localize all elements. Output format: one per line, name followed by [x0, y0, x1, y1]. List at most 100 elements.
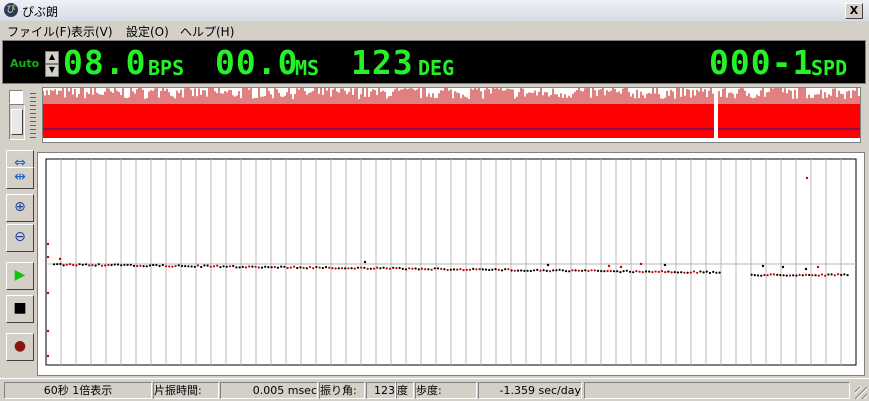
play-button[interactable]: ▶ [6, 262, 34, 290]
compress-horizontal-button[interactable]: ⇹ [6, 167, 34, 189]
ms-readout: 00.0 [215, 43, 299, 82]
beat-error-label: 片振時間: [153, 382, 219, 399]
outlier-point [58, 257, 62, 261]
data-point [305, 267, 308, 270]
data-point [840, 273, 843, 277]
data-point [683, 271, 686, 274]
data-point [72, 263, 75, 267]
outlier-point [46, 242, 50, 246]
bph-readout: 08.0 [63, 43, 147, 82]
menu-view[interactable]: 表示(V) [71, 23, 113, 40]
data-point [792, 274, 795, 277]
data-point [75, 264, 78, 267]
resize-grip-icon[interactable] [855, 387, 867, 399]
data-point [846, 274, 849, 277]
data-point [827, 273, 830, 276]
data-point [337, 267, 340, 270]
data-point [148, 264, 152, 267]
data-point [596, 269, 600, 272]
data-point [369, 267, 372, 270]
data-point [168, 265, 171, 268]
data-point [600, 270, 603, 273]
data-point [129, 263, 132, 266]
menu-file[interactable]: ファイル(F) [7, 23, 71, 40]
menu-help[interactable]: ヘルプ(H) [180, 23, 234, 40]
data-point [120, 264, 123, 267]
data-point [529, 269, 532, 273]
data-point [280, 265, 283, 268]
ms-unit: MS [295, 56, 320, 80]
data-point [702, 271, 705, 274]
data-point [420, 267, 424, 270]
zoom-out-button[interactable]: ⊖ [6, 224, 34, 252]
data-point [110, 263, 113, 267]
data-point [81, 263, 84, 266]
data-point [689, 271, 692, 274]
rate-unit: SPD [811, 56, 848, 80]
data-point [504, 268, 507, 271]
data-point [203, 264, 206, 267]
data-point [459, 268, 462, 271]
data-point [763, 273, 766, 277]
auto-label[interactable]: Auto [10, 57, 39, 70]
data-point [580, 269, 584, 272]
data-point [216, 264, 219, 267]
data-point [488, 268, 491, 272]
data-point [145, 265, 148, 268]
bph-spinner[interactable]: ▲ ▼ [45, 51, 59, 77]
data-point [811, 274, 814, 277]
gain-slider-thumb[interactable] [11, 109, 23, 135]
data-point [651, 271, 654, 274]
data-point [161, 263, 164, 267]
amplitude-readout: 123 [351, 43, 414, 82]
data-point [676, 271, 680, 274]
zoom-in-button[interactable]: ⊕ [6, 194, 34, 222]
outlier-point [46, 354, 50, 358]
data-point [398, 266, 401, 270]
data-point [248, 265, 251, 268]
close-button[interactable]: X [845, 3, 863, 19]
timing-plot [37, 152, 865, 376]
data-point [708, 271, 712, 275]
data-point [433, 267, 436, 270]
data-point [824, 274, 827, 277]
stop-button[interactable]: ■ [6, 295, 34, 323]
menu-settings[interactable]: 設定(O) [126, 23, 169, 40]
data-point [155, 263, 158, 267]
data-point [331, 267, 334, 270]
data-point [699, 270, 702, 273]
data-point [788, 274, 792, 277]
spin-up-icon[interactable]: ▲ [45, 51, 59, 64]
outlier-point [46, 255, 50, 259]
data-point [526, 269, 529, 272]
amplitude-label: 振り角: [319, 382, 365, 399]
outlier-point [46, 329, 50, 333]
data-point [542, 269, 545, 272]
data-point [564, 270, 568, 273]
strip-checkbox[interactable] [9, 90, 23, 104]
data-point [196, 264, 200, 267]
data-point [574, 269, 577, 272]
record-icon: ● [13, 338, 27, 354]
data-point [289, 266, 292, 269]
data-point [449, 268, 452, 271]
data-point [193, 265, 196, 268]
data-point [424, 268, 427, 271]
data-point [622, 270, 625, 273]
record-button[interactable]: ● [6, 333, 34, 361]
data-point [452, 268, 456, 271]
data-point [356, 266, 360, 269]
data-point [190, 265, 193, 268]
data-point [379, 267, 382, 270]
data-point [436, 267, 440, 270]
data-point [779, 274, 782, 277]
data-point [712, 270, 715, 273]
data-point [206, 264, 209, 267]
data-point [776, 273, 779, 276]
spin-down-icon[interactable]: ▼ [45, 64, 59, 77]
data-point [478, 268, 481, 271]
gain-slider[interactable] [9, 104, 25, 140]
amplitude-value: 123 [366, 382, 396, 399]
data-point [782, 274, 785, 277]
data-point [513, 269, 516, 272]
